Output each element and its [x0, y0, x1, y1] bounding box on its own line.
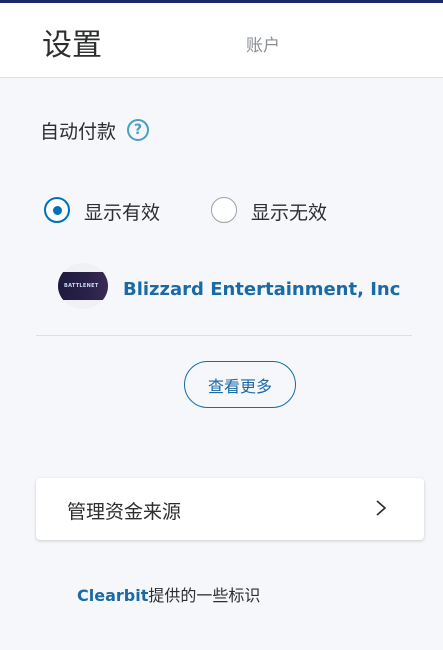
divider [36, 335, 412, 336]
view-more-button[interactable]: 查看更多 [184, 361, 296, 408]
radio-show-active-label[interactable]: 显示有效 [84, 198, 160, 225]
page-title: 设置 [42, 28, 102, 63]
merchant-logo[interactable]: BATTLENET [58, 263, 108, 309]
radio-show-active[interactable] [44, 197, 70, 223]
battlenet-logo: BATTLENET [58, 272, 108, 300]
question-circle-icon[interactable]: ? [127, 119, 149, 141]
clearbit-link[interactable]: Clearbit [77, 586, 148, 605]
merchant-name-link[interactable]: Blizzard Entertainment, Inc [123, 279, 400, 300]
manage-funding-sources-row[interactable]: 管理资金来源 [36, 478, 424, 540]
clearbit-attribution: Clearbit提供的一些标识 [77, 582, 260, 606]
radio-show-inactive-label[interactable]: 显示无效 [251, 198, 327, 225]
logo-text: BATTLENET [64, 283, 99, 289]
header: 设置 账户 [0, 3, 443, 78]
autopay-title: 自动付款 [40, 121, 117, 143]
tab-account[interactable]: 账户 [246, 31, 280, 56]
attribution-text: 提供的一些标识 [148, 586, 261, 605]
chevron-right-icon [376, 500, 387, 516]
radio-show-inactive[interactable] [211, 197, 237, 223]
manage-funding-sources-label: 管理资金来源 [67, 501, 182, 523]
